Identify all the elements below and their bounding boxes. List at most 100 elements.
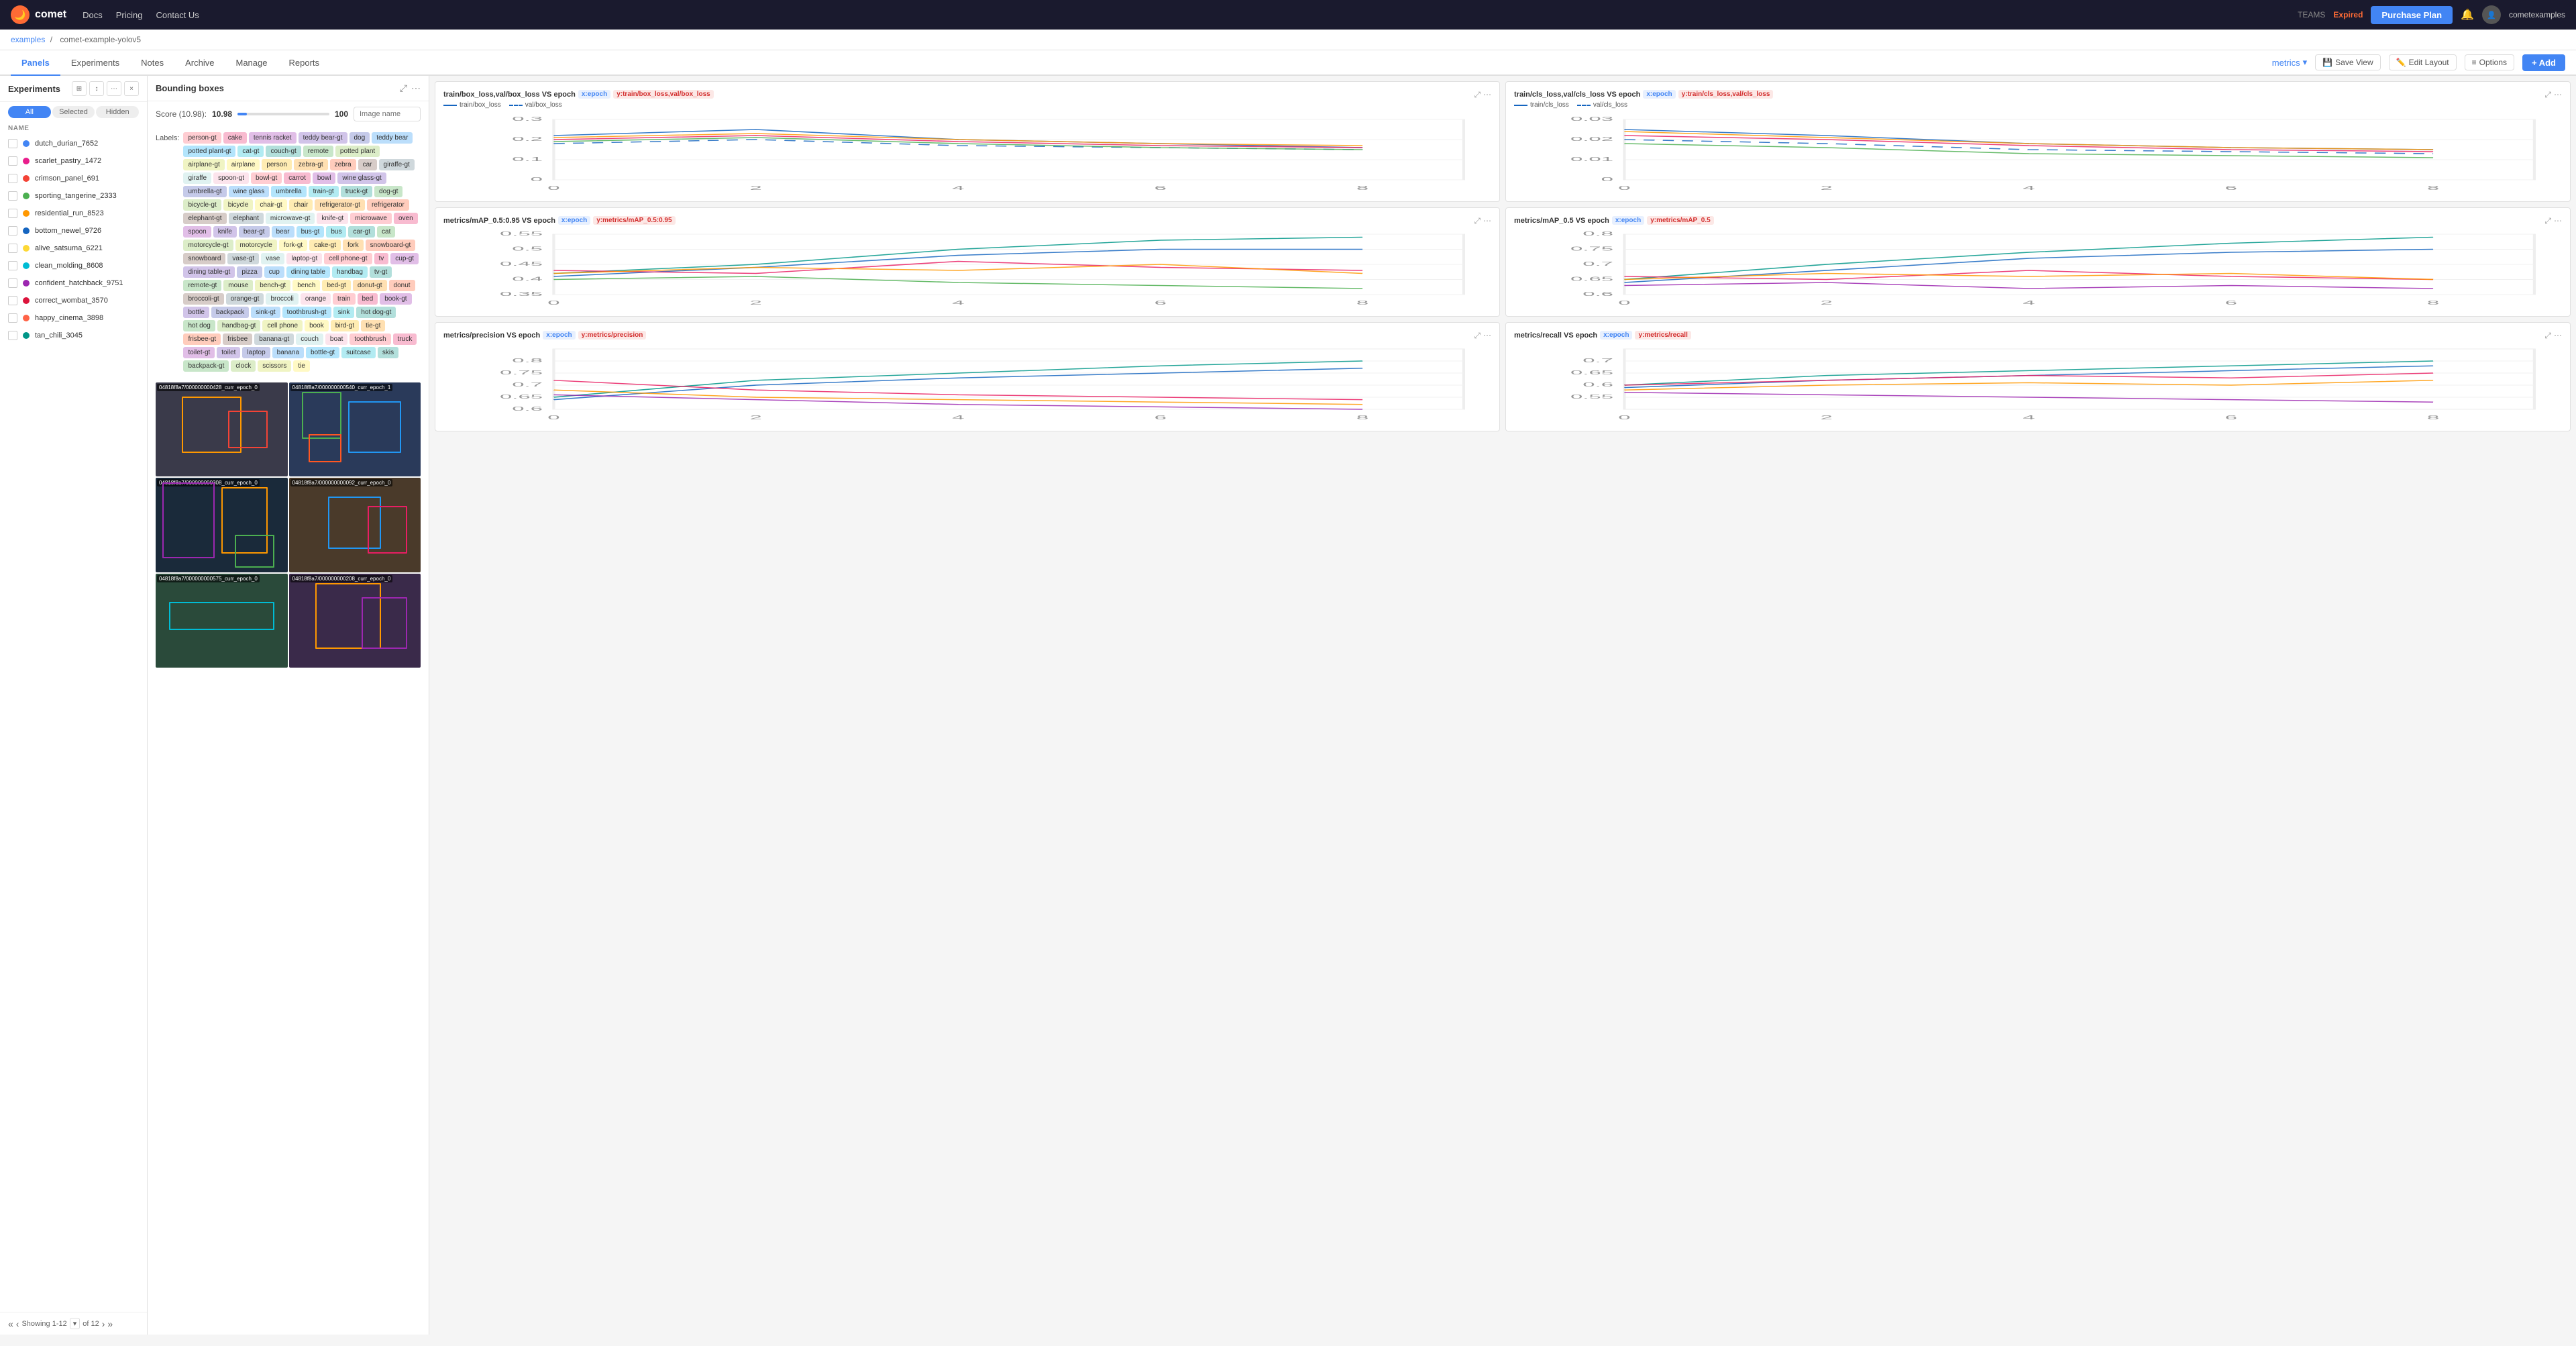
- nav-pricing[interactable]: Pricing: [116, 10, 143, 20]
- label-tag[interactable]: book-gt: [380, 293, 411, 305]
- label-tag[interactable]: chair-gt: [255, 199, 286, 211]
- label-tag[interactable]: refrigerator-gt: [315, 199, 365, 211]
- label-tag[interactable]: truck: [393, 333, 417, 345]
- label-tag[interactable]: bicycle: [223, 199, 254, 211]
- experiment-list-item[interactable]: tan_chili_3045: [0, 327, 147, 344]
- label-tag[interactable]: oven: [394, 213, 418, 224]
- label-tag[interactable]: backpack: [211, 307, 249, 318]
- experiment-checkbox[interactable]: [8, 296, 17, 305]
- sidebar-filter-icon[interactable]: ⊞: [72, 81, 87, 96]
- label-tag[interactable]: frisbee: [223, 333, 252, 345]
- tab-panels[interactable]: Panels: [11, 50, 60, 76]
- panel-expand-icon[interactable]: ⤢: [400, 83, 407, 94]
- save-view-button[interactable]: 💾 Save View: [2315, 54, 2380, 70]
- experiment-checkbox[interactable]: [8, 174, 17, 183]
- label-tag[interactable]: laptop-gt: [286, 253, 322, 264]
- label-tag[interactable]: dog-gt: [374, 186, 402, 197]
- page-first-button[interactable]: «: [8, 1318, 13, 1329]
- label-tag[interactable]: giraffe: [183, 172, 211, 184]
- experiment-checkbox[interactable]: [8, 244, 17, 253]
- experiment-checkbox[interactable]: [8, 278, 17, 288]
- experiment-checkbox[interactable]: [8, 139, 17, 148]
- chart-expand-icon[interactable]: ⤢: [1474, 331, 1481, 341]
- experiment-list-item[interactable]: scarlet_pastry_1472: [0, 152, 147, 170]
- experiment-list-item[interactable]: bottom_newel_9726: [0, 222, 147, 240]
- label-tag[interactable]: cell phone-gt: [324, 253, 372, 264]
- tab-archive[interactable]: Archive: [174, 50, 225, 76]
- label-tag[interactable]: carrot: [284, 172, 311, 184]
- label-tag[interactable]: bus-gt: [297, 226, 325, 238]
- label-tag[interactable]: dining table-gt: [183, 266, 235, 278]
- image-cell[interactable]: 04818f8a7/000000000575_curr_epoch_0: [156, 574, 288, 668]
- label-tag[interactable]: knife-gt: [317, 213, 348, 224]
- label-tag[interactable]: fork-gt: [279, 240, 307, 251]
- page-select[interactable]: ▾: [70, 1318, 80, 1329]
- label-tag[interactable]: teddy bear-gt: [299, 132, 347, 144]
- filter-selected-button[interactable]: Selected: [52, 106, 95, 118]
- label-tag[interactable]: train: [333, 293, 355, 305]
- label-tag[interactable]: backpack-gt: [183, 360, 229, 372]
- label-tag[interactable]: cat: [377, 226, 395, 238]
- label-tag[interactable]: spoon-gt: [213, 172, 249, 184]
- experiment-checkbox[interactable]: [8, 209, 17, 218]
- label-tag[interactable]: truck-gt: [341, 186, 372, 197]
- page-last-button[interactable]: »: [107, 1318, 113, 1329]
- label-tag[interactable]: clock: [231, 360, 256, 372]
- label-tag[interactable]: dining table: [286, 266, 330, 278]
- label-tag[interactable]: wine glass-gt: [337, 172, 386, 184]
- label-tag[interactable]: couch: [296, 333, 323, 345]
- label-tag[interactable]: bear-gt: [239, 226, 270, 238]
- label-tag[interactable]: person-gt: [183, 132, 221, 144]
- label-tag[interactable]: banana: [272, 347, 304, 358]
- tab-reports[interactable]: Reports: [278, 50, 330, 76]
- chart-more-icon[interactable]: ⋯: [2554, 90, 2562, 100]
- experiment-list-item[interactable]: residential_run_8523: [0, 205, 147, 222]
- tab-notes[interactable]: Notes: [130, 50, 174, 76]
- experiment-list-item[interactable]: dutch_durian_7652: [0, 135, 147, 152]
- label-tag[interactable]: tie-gt: [361, 320, 385, 331]
- label-tag[interactable]: tie: [293, 360, 310, 372]
- label-tag[interactable]: handbag: [332, 266, 368, 278]
- breadcrumb-examples[interactable]: examples: [11, 35, 45, 44]
- label-tag[interactable]: spoon: [183, 226, 211, 238]
- label-tag[interactable]: cup: [264, 266, 284, 278]
- label-tag[interactable]: person: [262, 159, 292, 170]
- label-tag[interactable]: zebra-gt: [294, 159, 328, 170]
- label-tag[interactable]: mouse: [223, 280, 253, 291]
- label-tag[interactable]: couch-gt: [266, 146, 301, 157]
- label-tag[interactable]: hot dog: [183, 320, 215, 331]
- chart-expand-icon[interactable]: ⤢: [2544, 216, 2551, 226]
- label-tag[interactable]: snowboard-gt: [366, 240, 416, 251]
- label-tag[interactable]: skis: [378, 347, 398, 358]
- sidebar-more-icon[interactable]: ⋯: [107, 81, 121, 96]
- label-tag[interactable]: boat: [325, 333, 347, 345]
- label-tag[interactable]: remote-gt: [183, 280, 221, 291]
- sidebar-close-icon[interactable]: ×: [124, 81, 139, 96]
- label-tag[interactable]: microwave: [350, 213, 392, 224]
- experiment-list-item[interactable]: happy_cinema_3898: [0, 309, 147, 327]
- label-tag[interactable]: car: [358, 159, 377, 170]
- label-tag[interactable]: bear: [272, 226, 294, 238]
- label-tag[interactable]: elephant: [229, 213, 264, 224]
- image-cell[interactable]: 04818f8a7/000000000308_curr_epoch_0: [156, 478, 288, 572]
- label-tag[interactable]: banana-gt: [254, 333, 294, 345]
- label-tag[interactable]: frisbee-gt: [183, 333, 221, 345]
- image-cell[interactable]: 04818f8a7/000000000208_curr_epoch_0: [289, 574, 421, 668]
- label-tag[interactable]: train-gt: [309, 186, 339, 197]
- label-tag[interactable]: orange-gt: [226, 293, 264, 305]
- label-tag[interactable]: cup-gt: [390, 253, 419, 264]
- label-tag[interactable]: refrigerator: [367, 199, 409, 211]
- label-tag[interactable]: tennis racket: [249, 132, 297, 144]
- chart-expand-icon[interactable]: ⤢: [1474, 216, 1481, 226]
- page-prev-button[interactable]: ‹: [16, 1318, 19, 1329]
- label-tag[interactable]: toilet-gt: [183, 347, 215, 358]
- label-tag[interactable]: hot dog-gt: [356, 307, 396, 318]
- label-tag[interactable]: bowl: [313, 172, 336, 184]
- label-tag[interactable]: toothbrush: [350, 333, 390, 345]
- label-tag[interactable]: cake-gt: [309, 240, 341, 251]
- nav-docs[interactable]: Docs: [83, 10, 103, 20]
- label-tag[interactable]: cake: [223, 132, 247, 144]
- label-tag[interactable]: bowl-gt: [251, 172, 282, 184]
- chart-more-icon[interactable]: ⋯: [2554, 331, 2562, 341]
- logo[interactable]: 🌙 comet: [11, 5, 66, 24]
